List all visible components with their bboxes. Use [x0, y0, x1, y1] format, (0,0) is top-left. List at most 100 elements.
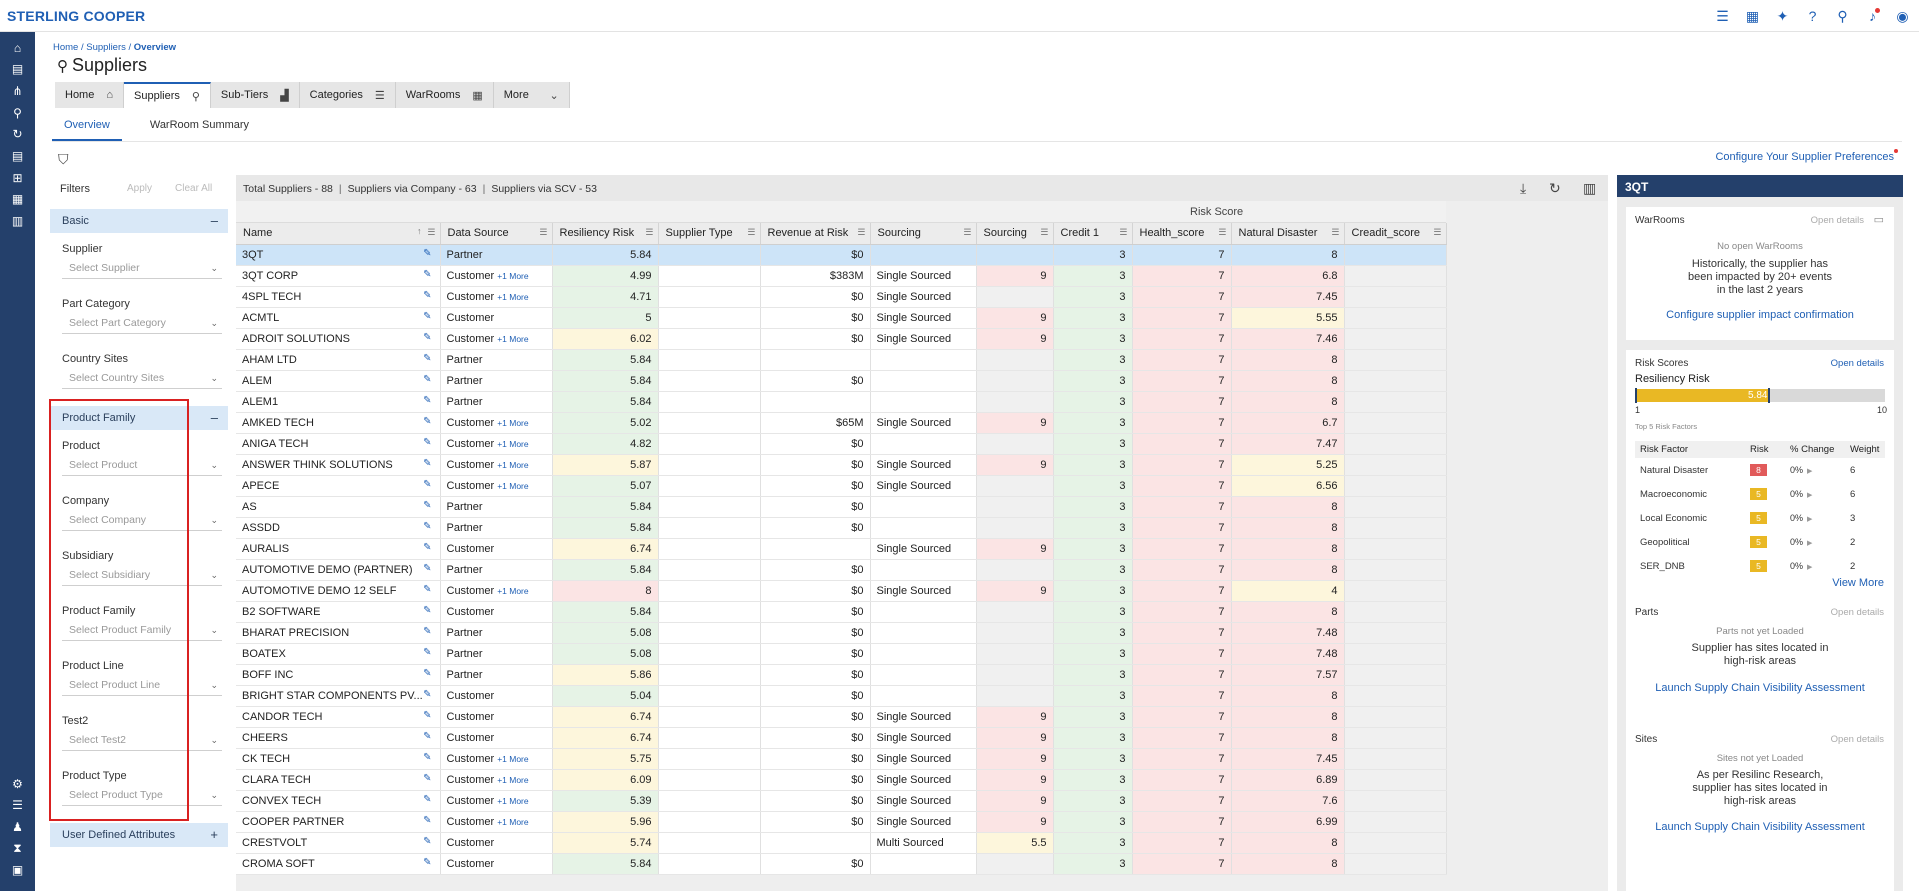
supplier-name-cell[interactable]: AUTOMOTIVE DEMO 12 SELF ✎	[236, 580, 441, 602]
subtab-overview[interactable]: Overview	[52, 119, 122, 141]
table-row[interactable]: CANDOR TECH ✎ Customer 6.74 $0 Single Sourced…	[236, 706, 1447, 728]
network-icon[interactable]: ⋔	[0, 81, 35, 101]
edit-icon[interactable]: ✎	[423, 689, 431, 700]
edit-icon[interactable]: ✎	[423, 710, 431, 721]
supplier-name-cell[interactable]: CLARA TECH ✎	[236, 769, 441, 791]
tab-home[interactable]: Home ⌂	[55, 82, 124, 108]
supplier-name-link[interactable]: AMKED TECH	[242, 417, 314, 429]
supplier-name-link[interactable]: BOFF INC	[242, 669, 293, 681]
search-icon[interactable]: ⚲	[0, 103, 35, 123]
table-row[interactable]: CRESTVOLT ✎ Customer 5.74 Multi Sourced 5.5 3 7…	[236, 832, 1447, 854]
column-menu-icon[interactable]: ☰	[963, 227, 971, 238]
supplier-name-link[interactable]: CRESTVOLT	[242, 837, 307, 849]
open-details-link[interactable]: Open details	[1831, 358, 1884, 369]
table-row[interactable]: ASSDD ✎ Partner 5.84 $0 3 7 8	[236, 517, 1447, 539]
supplier-name-cell[interactable]: ACMTL ✎	[236, 307, 441, 329]
table-row[interactable]: BOFF INC ✎ Partner 5.86 $0 3 7 7.57	[236, 664, 1447, 686]
supplier-name-cell[interactable]: AHAM LTD ✎	[236, 349, 441, 371]
more-link[interactable]: +1 More	[497, 586, 528, 596]
edit-icon[interactable]: ✎	[423, 290, 431, 301]
calendar-icon[interactable]: ▤	[0, 59, 35, 79]
table-row[interactable]: CROMA SOFT ✎ Customer 5.84 $0 3 7 8	[236, 853, 1447, 875]
table-row[interactable]: B2 SOFTWARE ✎ Customer 5.84 $0 3 7 8	[236, 601, 1447, 623]
launch-scv-link[interactable]: Launch Supply Chain Visibility Assessmen…	[1626, 682, 1894, 694]
supplier-name-link[interactable]: CK TECH	[242, 753, 290, 765]
bell-icon[interactable]: ♪	[1864, 8, 1881, 25]
supplier-name-link[interactable]: AURALIS	[242, 543, 289, 555]
list-check-icon[interactable]: ☰	[0, 795, 35, 815]
download-icon[interactable]: ⤓	[1520, 180, 1526, 197]
edit-icon[interactable]: ✎	[423, 332, 431, 343]
supplier-name-link[interactable]: B2 SOFTWARE	[242, 606, 320, 618]
column-header[interactable]: Natural Disaster ☰	[1231, 223, 1345, 245]
edit-icon[interactable]: ✎	[423, 248, 431, 259]
brand-logo[interactable]: STERLING COOPER	[7, 8, 145, 24]
column-header[interactable]: Supplier Type ☰	[658, 223, 761, 245]
basic-section-header[interactable]: Basic –	[50, 209, 228, 233]
table-row[interactable]: 3QT CORP ✎ Customer +1 More 4.99 $383M Single …	[236, 265, 1447, 287]
supplier-name-link[interactable]: ALEM1	[242, 396, 278, 408]
supplier-name-cell[interactable]: CROMA SOFT ✎	[236, 853, 441, 875]
tab-more[interactable]: More ⌄	[493, 82, 570, 108]
filter-select[interactable]: Select Country Sites ⌄	[62, 371, 222, 389]
table-row[interactable]: ALEM1 ✎ Partner 5.84 3 7 8	[236, 391, 1447, 413]
open-details-link[interactable]: Open details	[1811, 215, 1864, 226]
table-row[interactable]: AS ✎ Partner 5.84 $0 3 7 8	[236, 496, 1447, 518]
view-more-link[interactable]: View More	[1832, 577, 1884, 589]
subtab-warroom-summary[interactable]: WarRoom Summary	[138, 119, 261, 141]
comment-icon[interactable]: ▭	[1874, 213, 1884, 226]
table-row[interactable]: BRIGHT STAR COMPONENTS PV... ✎ Customer 5.0…	[236, 685, 1447, 707]
supplier-name-link[interactable]: COOPER PARTNER	[242, 816, 344, 828]
supplier-name-cell[interactable]: CONVEX TECH ✎	[236, 790, 441, 812]
more-link[interactable]: +1 More	[497, 796, 528, 806]
column-header[interactable]: Revenue at Risk ☰	[760, 223, 871, 245]
edit-icon[interactable]: ✎	[423, 605, 431, 616]
supplier-name-cell[interactable]: 3QT CORP ✎	[236, 265, 441, 287]
supplier-name-cell[interactable]: BOATEX ✎	[236, 643, 441, 665]
edit-icon[interactable]: ✎	[423, 815, 431, 826]
supplier-name-cell[interactable]: 4SPL TECH ✎	[236, 286, 441, 308]
edit-icon[interactable]: ✎	[423, 416, 431, 427]
more-link[interactable]: +1 More	[497, 460, 528, 470]
column-menu-icon[interactable]: ☰	[1218, 227, 1226, 238]
column-menu-icon[interactable]: ☰	[1040, 227, 1048, 238]
refresh-icon[interactable]: ↻	[1549, 180, 1561, 197]
supplier-name-link[interactable]: 4SPL TECH	[242, 291, 301, 303]
more-link[interactable]: +1 More	[497, 271, 528, 281]
table-row[interactable]: APECE ✎ Customer +1 More 5.07 $0 Single Source…	[236, 475, 1447, 497]
edit-icon[interactable]: ✎	[423, 542, 431, 553]
clipboard-icon[interactable]: ▣	[0, 860, 35, 880]
supplier-name-link[interactable]: ASSDD	[242, 522, 280, 534]
edit-icon[interactable]: ✎	[423, 836, 431, 847]
edit-icon[interactable]: ✎	[423, 521, 431, 532]
supplier-name-cell[interactable]: ALEM1 ✎	[236, 391, 441, 413]
table-row[interactable]: CONVEX TECH ✎ Customer +1 More 5.39 $0 Single …	[236, 790, 1447, 812]
edit-icon[interactable]: ✎	[423, 311, 431, 322]
settings-icon[interactable]: ⚙	[0, 774, 35, 794]
table-row[interactable]: BOATEX ✎ Partner 5.08 $0 3 7 7.48	[236, 643, 1447, 665]
column-header[interactable]: Sourcing ☰	[976, 223, 1054, 245]
column-header[interactable]: Creadit_score ☰	[1344, 223, 1447, 245]
supplier-name-cell[interactable]: APECE ✎	[236, 475, 441, 497]
supplier-name-link[interactable]: CROMA SOFT	[242, 858, 315, 870]
supplier-name-cell[interactable]: CK TECH ✎	[236, 748, 441, 770]
more-link[interactable]: +1 More	[497, 481, 528, 491]
more-link[interactable]: +1 More	[497, 754, 528, 764]
edit-icon[interactable]: ✎	[423, 794, 431, 805]
column-header[interactable]: Health_score ☰	[1132, 223, 1232, 245]
edit-icon[interactable]: ✎	[423, 857, 431, 868]
supplier-name-cell[interactable]: ANIGA TECH ✎	[236, 433, 441, 455]
edit-icon[interactable]: ✎	[423, 584, 431, 595]
configure-preferences-link[interactable]: Configure Your Supplier Preferences	[1715, 149, 1898, 163]
more-link[interactable]: +1 More	[497, 775, 528, 785]
tab-categories[interactable]: Categories ☰	[299, 82, 396, 108]
more-link[interactable]: +1 More	[497, 418, 528, 428]
breadcrumb-suppliers[interactable]: Suppliers	[86, 42, 126, 53]
supplier-name-cell[interactable]: ALEM ✎	[236, 370, 441, 392]
supplier-name-cell[interactable]: AMKED TECH ✎	[236, 412, 441, 434]
supplier-name-cell[interactable]: BRIGHT STAR COMPONENTS PV... ✎	[236, 685, 441, 707]
edit-icon[interactable]: ✎	[423, 731, 431, 742]
columns-icon[interactable]: ▥	[1583, 180, 1596, 197]
table-row[interactable]: ANIGA TECH ✎ Customer +1 More 4.82 $0 3 7 7.47	[236, 433, 1447, 455]
sparkle-icon[interactable]: ✦	[1774, 8, 1791, 25]
